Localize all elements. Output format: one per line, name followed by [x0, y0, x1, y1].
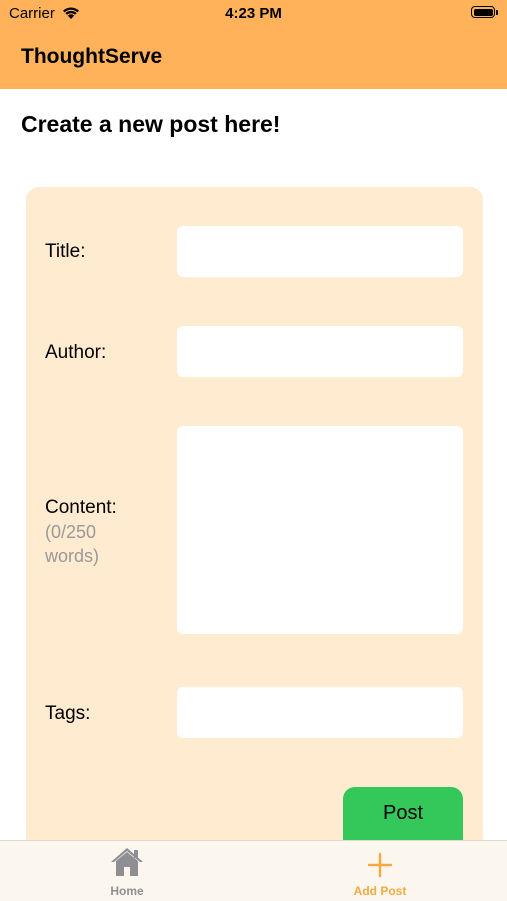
word-count-line1: (0/250: [45, 522, 97, 542]
plus-icon: [366, 851, 394, 884]
author-input[interactable]: [177, 326, 463, 377]
tags-input[interactable]: [177, 687, 463, 738]
tab-bar: Home Add Post: [0, 840, 507, 901]
battery-tip: [496, 10, 498, 15]
content-textarea[interactable]: [177, 426, 463, 634]
author-label: Author:: [45, 342, 107, 363]
tab-add-post-label: Add Post: [353, 884, 407, 898]
battery-icon: [471, 6, 495, 18]
tab-home-label: Home: [110, 884, 144, 898]
status-time: 4:23 PM: [225, 5, 282, 22]
title-label: Title:: [45, 241, 86, 262]
status-bar: Carrier 4:23 PM: [0, 0, 507, 28]
app-header: Carrier 4:23 PM ThoughtServe: [0, 0, 507, 89]
title-input[interactable]: [177, 226, 463, 277]
house-icon: [110, 846, 144, 883]
tags-label: Tags:: [45, 703, 91, 724]
app-title: ThoughtServe: [21, 45, 163, 68]
content-word-count: (0/250 words): [45, 520, 99, 568]
tab-home[interactable]: Home: [67, 841, 187, 901]
page-heading: Create a new post here!: [21, 111, 281, 137]
tab-add-post[interactable]: Add Post: [320, 841, 440, 901]
content-label: Content:: [45, 497, 117, 518]
word-count-line2: words): [45, 546, 100, 566]
